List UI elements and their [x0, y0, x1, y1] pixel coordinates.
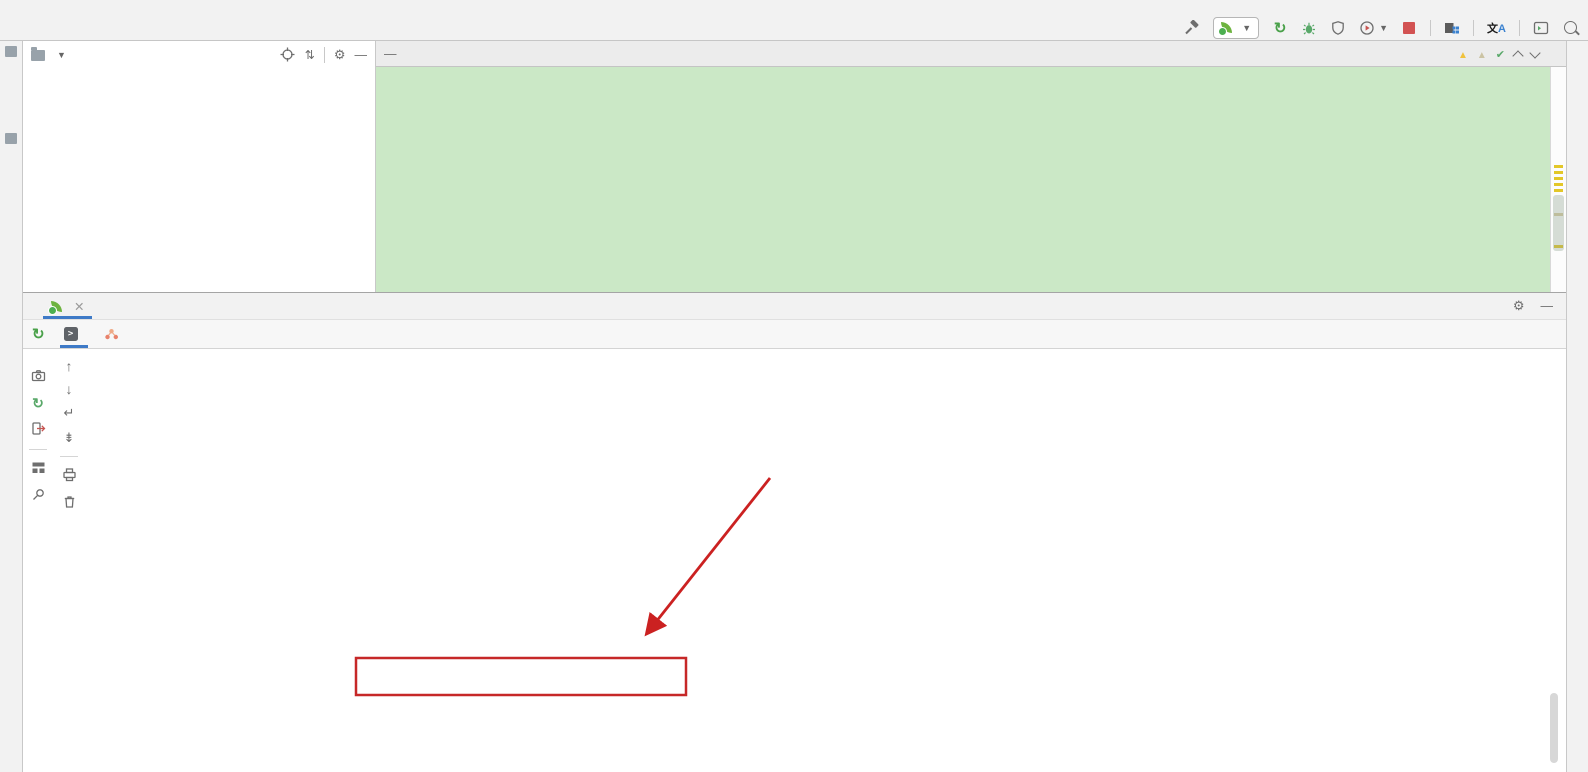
left-tool-strip — [0, 41, 23, 772]
search-everywhere-icon[interactable] — [1562, 20, 1578, 36]
warning-icon: ▲ — [1458, 50, 1468, 61]
run-configuration-selector[interactable]: ▼ — [1213, 17, 1259, 39]
project-panel: ▼ ⇅ ⚙ — — [23, 41, 376, 292]
divider — [60, 456, 78, 457]
gear-icon[interactable]: ⚙ — [1513, 298, 1525, 314]
next-problem-icon[interactable] — [1529, 47, 1540, 58]
build-hammer-icon[interactable] — [1184, 20, 1200, 36]
weak-warning-icon: ▲ — [1477, 50, 1487, 61]
toolbar-separator — [324, 47, 325, 63]
right-tool-strip — [1566, 41, 1588, 772]
chevron-down-icon: ▼ — [1242, 23, 1251, 33]
tab-endpoints[interactable] — [94, 320, 135, 348]
collapse-all-icon[interactable]: ⇅ — [305, 48, 315, 62]
toolbar-separator — [1430, 20, 1431, 36]
console-output[interactable] — [88, 347, 1565, 772]
project-tree — [23, 70, 375, 292]
previous-problem-icon[interactable] — [1512, 50, 1523, 61]
scrollbar-thumb[interactable] — [1553, 195, 1564, 251]
exit-icon[interactable] — [31, 421, 46, 439]
pin-icon[interactable] — [31, 487, 46, 505]
console-icon: > — [64, 327, 78, 341]
ok-check-icon: ✔ — [1496, 49, 1505, 61]
toolbar-separator — [1473, 20, 1474, 36]
rerun-icon[interactable]: ↻ — [23, 325, 54, 343]
run-with-coverage-icon[interactable] — [1330, 20, 1346, 36]
main-toolbar: ▼ ↻ ▼ 文A — [1184, 17, 1588, 39]
divider — [29, 449, 47, 450]
console-action-bar: ↻ — [23, 359, 53, 505]
profiler-icon[interactable] — [1359, 20, 1375, 36]
close-icon[interactable]: ✕ — [74, 299, 84, 314]
hide-tabs-icon[interactable]: — — [376, 41, 405, 66]
profiler-chevron-icon[interactable]: ▼ — [1379, 23, 1388, 33]
up-stack-trace-icon[interactable]: ↑ — [66, 359, 73, 373]
editor-area: — ▲ ▲ ✔ — [376, 41, 1567, 292]
restore-layout-icon[interactable] — [31, 460, 46, 478]
locate-file-icon[interactable] — [280, 47, 296, 63]
translate-icon[interactable]: 文A — [1487, 20, 1506, 36]
down-stack-trace-icon[interactable]: ↓ — [66, 382, 73, 396]
error-stripe[interactable] — [1550, 67, 1567, 292]
code-editor[interactable] — [376, 67, 1551, 292]
clear-console-icon[interactable] — [62, 494, 77, 512]
tab-console[interactable]: > — [54, 320, 94, 348]
folder-icon — [31, 50, 45, 61]
terminal-run-icon[interactable] — [1533, 20, 1549, 36]
run-panel-header: ✕ ⚙ — — [23, 293, 1567, 320]
editor-tab-bar: — — [376, 41, 1567, 67]
spring-restart-icon[interactable]: ↻ — [32, 395, 44, 412]
endpoints-icon — [104, 327, 119, 341]
debug-icon[interactable] — [1301, 20, 1317, 36]
chevron-down-icon[interactable]: ▼ — [57, 50, 66, 60]
hide-panel-icon[interactable]: — — [1541, 299, 1554, 313]
project-structure-icon[interactable] — [1444, 20, 1460, 36]
folder-icon — [5, 133, 17, 144]
toolbar-separator — [1519, 20, 1520, 36]
hide-panel-icon[interactable]: — — [355, 48, 368, 62]
navigation-bar: ▼ ↻ ▼ 文A — [0, 15, 1588, 41]
console-toolbar: ↻ > — [23, 320, 1567, 349]
gear-icon[interactable]: ⚙ — [334, 47, 346, 63]
console-scroll-bar-actions: ↑ ↓ ↵ ⇟ — [54, 359, 84, 512]
inspections-widget: ▲ ▲ ✔ — [1458, 47, 1539, 61]
tool-window-icon — [5, 46, 17, 57]
intellij-window: ▼ ↻ ▼ 文A — [0, 0, 1588, 772]
spring-boot-run-icon — [51, 301, 62, 312]
soft-wrap-icon[interactable]: ↵ — [64, 405, 75, 421]
thread-dump-camera-icon[interactable] — [31, 368, 46, 386]
scroll-to-end-icon[interactable]: ⇟ — [64, 430, 75, 446]
print-icon[interactable] — [62, 467, 77, 485]
project-panel-header: ▼ ⇅ ⚙ — — [23, 41, 375, 68]
run-panel: ✕ ⚙ — ↻ > ↻ — [23, 292, 1567, 772]
menu-bar — [0, 0, 1588, 15]
spring-boot-icon — [1221, 22, 1232, 33]
run-tab-app02[interactable]: ✕ — [43, 293, 92, 319]
console-scrollbar-thumb[interactable] — [1550, 693, 1558, 763]
restart-app-icon[interactable]: ↻ — [1272, 20, 1288, 36]
stop-icon[interactable] — [1401, 20, 1417, 36]
